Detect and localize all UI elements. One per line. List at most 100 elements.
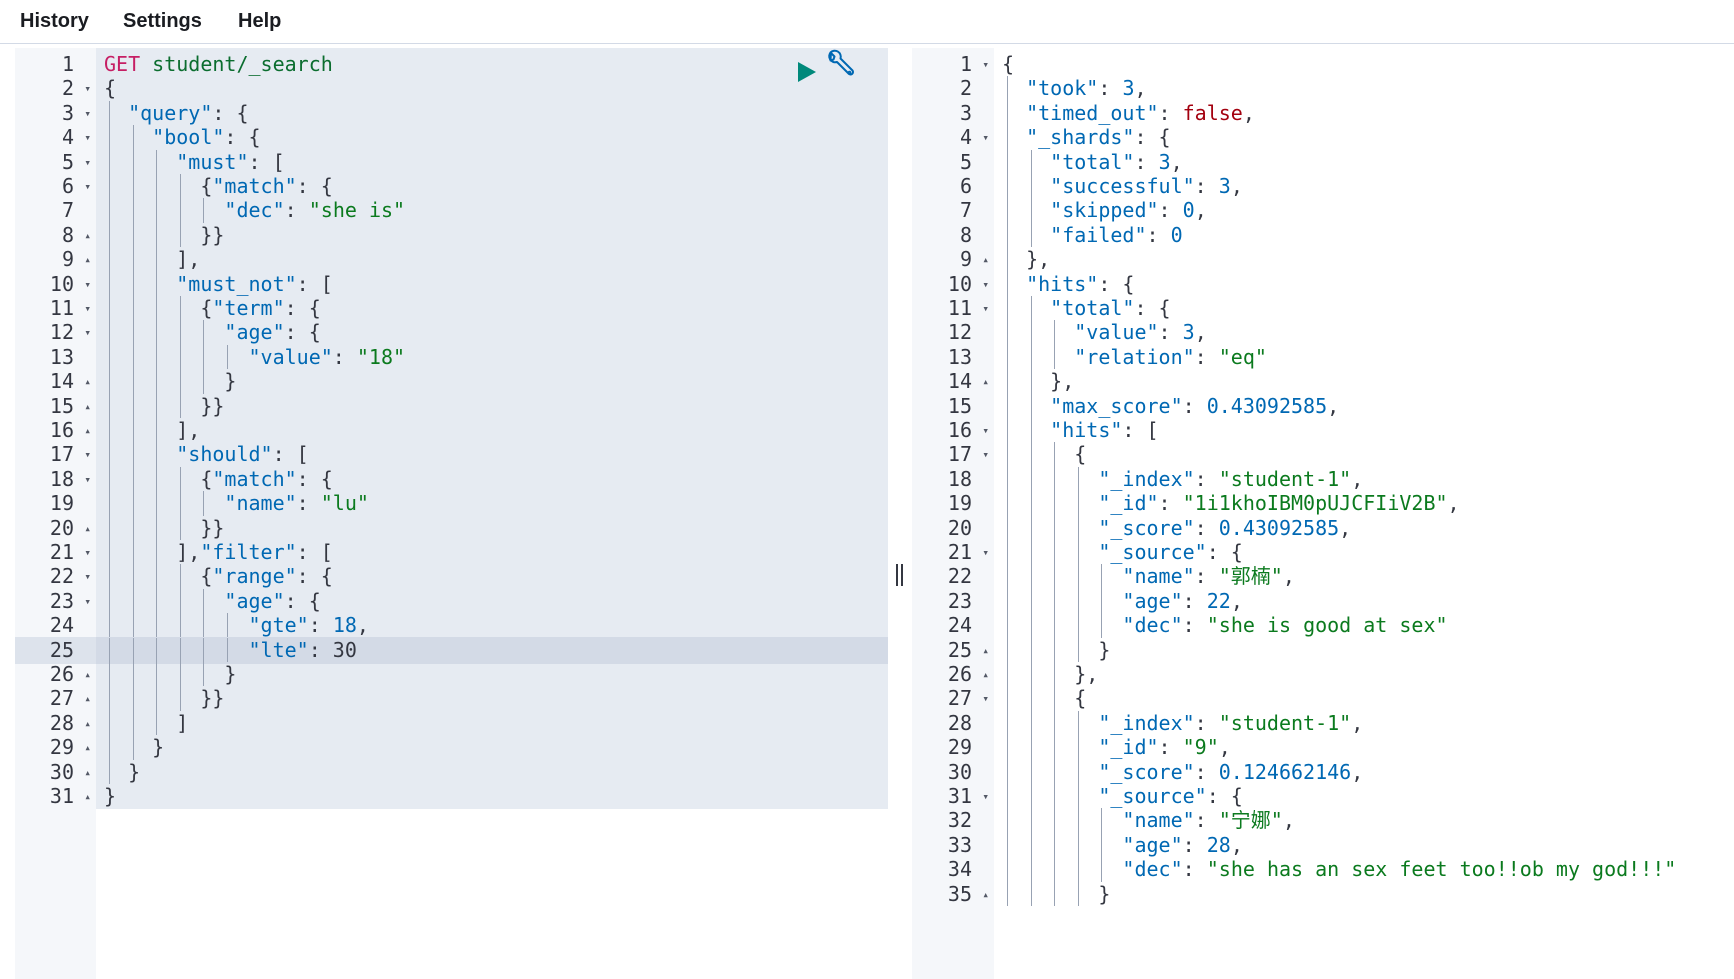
fold-expand-icon[interactable]: ▴	[84, 783, 91, 810]
fold-collapse-icon[interactable]: ▾	[982, 685, 989, 712]
code-line[interactable]: "lte": 30	[96, 636, 888, 664]
menu-history[interactable]: History	[20, 10, 89, 33]
fold-expand-icon[interactable]: ▴	[84, 417, 91, 444]
code-line[interactable]: GET student/_search	[96, 51, 888, 78]
request-code-area[interactable]: GET student/_search{ "query": { "bool": …	[96, 48, 888, 979]
play-icon[interactable]	[796, 60, 818, 84]
code-line[interactable]: "must_not": [	[96, 271, 888, 298]
fold-collapse-icon[interactable]: ▾	[982, 441, 989, 468]
code-line[interactable]: "total": 3,	[994, 149, 1734, 176]
code-line[interactable]: "_score": 0.124662146,	[994, 759, 1734, 786]
fold-collapse-icon[interactable]: ▾	[84, 173, 91, 200]
fold-collapse-icon[interactable]: ▾	[84, 100, 91, 127]
code-line[interactable]: "_id": "9",	[994, 734, 1734, 761]
menu-help[interactable]: Help	[238, 10, 281, 33]
code-line[interactable]: "dec": "she is good at sex"	[994, 612, 1734, 639]
code-line[interactable]: "failed": 0	[994, 222, 1734, 249]
code-line[interactable]: "name": "lu"	[96, 490, 888, 517]
code-line[interactable]: "_source": {	[994, 783, 1734, 810]
code-line[interactable]: }}	[96, 685, 888, 712]
fold-expand-icon[interactable]: ▴	[84, 368, 91, 395]
code-line[interactable]: "value": "18"	[96, 344, 888, 371]
code-line[interactable]: "age": {	[96, 588, 888, 615]
code-line[interactable]: {	[994, 51, 1734, 78]
fold-collapse-icon[interactable]: ▾	[84, 124, 91, 151]
fold-collapse-icon[interactable]: ▾	[982, 539, 989, 566]
code-line[interactable]: },	[994, 368, 1734, 395]
fold-expand-icon[interactable]: ▴	[84, 246, 91, 273]
fold-expand-icon[interactable]: ▴	[84, 685, 91, 712]
code-line[interactable]: "bool": {	[96, 124, 888, 151]
fold-collapse-icon[interactable]: ▾	[982, 417, 989, 444]
fold-collapse-icon[interactable]: ▾	[982, 51, 989, 78]
code-line[interactable]: "successful": 3,	[994, 173, 1734, 200]
fold-expand-icon[interactable]: ▴	[982, 637, 989, 664]
code-line[interactable]: "_shards": {	[994, 124, 1734, 151]
code-line[interactable]: "query": {	[96, 100, 888, 127]
pane-splitter[interactable]	[888, 48, 912, 979]
code-line[interactable]: "name": "郭楠",	[994, 563, 1734, 590]
code-line[interactable]: "age": 28,	[994, 832, 1734, 859]
code-line[interactable]: "skipped": 0,	[994, 197, 1734, 224]
fold-expand-icon[interactable]: ▴	[84, 734, 91, 761]
code-line[interactable]: },	[994, 661, 1734, 688]
splitter-grip-icon[interactable]	[895, 564, 905, 586]
fold-collapse-icon[interactable]: ▾	[84, 75, 91, 102]
code-line[interactable]: "total": {	[994, 295, 1734, 322]
fold-expand-icon[interactable]: ▴	[84, 393, 91, 420]
code-line[interactable]: }	[994, 881, 1734, 908]
fold-collapse-icon[interactable]: ▾	[84, 149, 91, 176]
code-line[interactable]: }	[96, 661, 888, 688]
fold-collapse-icon[interactable]: ▾	[982, 271, 989, 298]
code-line[interactable]: "hits": {	[994, 271, 1734, 298]
code-line[interactable]: }	[96, 734, 888, 761]
fold-expand-icon[interactable]: ▴	[84, 759, 91, 786]
response-code-area[interactable]: { "took": 3, "timed_out": false, "_shard…	[994, 48, 1734, 979]
wrench-icon[interactable]	[825, 48, 855, 78]
code-line[interactable]: "should": [	[96, 441, 888, 468]
code-line[interactable]: ],	[96, 417, 888, 444]
code-line[interactable]: "_source": {	[994, 539, 1734, 566]
code-line[interactable]: },	[994, 246, 1734, 273]
fold-collapse-icon[interactable]: ▾	[982, 783, 989, 810]
fold-collapse-icon[interactable]: ▾	[84, 539, 91, 566]
code-line[interactable]: {"range": {	[96, 563, 888, 590]
code-line[interactable]: "age": 22,	[994, 588, 1734, 615]
code-line[interactable]: "age": {	[96, 319, 888, 346]
fold-collapse-icon[interactable]: ▾	[84, 588, 91, 615]
code-line[interactable]: "value": 3,	[994, 319, 1734, 346]
code-line[interactable]: {	[96, 75, 888, 102]
request-editor[interactable]: 1 2 ▾ 3 ▾ 4 ▾ 5 ▾ 6 ▾ 7 8 ▴ 9 ▴ 10 ▾ 11 ▾ 12 ▾ 13 14 ▴ 15 ▴ 16 ▴ 17 ▾ 1…	[15, 48, 888, 979]
fold-expand-icon[interactable]: ▴	[84, 222, 91, 249]
code-line[interactable]: ],"filter": [	[96, 539, 888, 566]
menu-settings[interactable]: Settings	[123, 10, 202, 33]
code-line[interactable]: {	[994, 685, 1734, 712]
fold-collapse-icon[interactable]: ▾	[982, 295, 989, 322]
fold-expand-icon[interactable]: ▴	[982, 661, 989, 688]
code-line[interactable]: }}	[96, 515, 888, 542]
code-line[interactable]: "_index": "student-1",	[994, 710, 1734, 737]
fold-expand-icon[interactable]: ▴	[982, 881, 989, 908]
code-line[interactable]: }	[96, 759, 888, 786]
fold-expand-icon[interactable]: ▴	[84, 661, 91, 688]
fold-collapse-icon[interactable]: ▾	[84, 295, 91, 322]
fold-expand-icon[interactable]: ▴	[84, 710, 91, 737]
code-line[interactable]: "_id": "1i1khoIBM0pUJCFIiV2B",	[994, 490, 1734, 517]
code-line[interactable]: "timed_out": false,	[994, 100, 1734, 127]
code-line[interactable]: "dec": "she is"	[96, 197, 888, 224]
code-line[interactable]: "_score": 0.43092585,	[994, 515, 1734, 542]
code-line[interactable]: "_index": "student-1",	[994, 466, 1734, 493]
code-line[interactable]: {"term": {	[96, 295, 888, 322]
fold-collapse-icon[interactable]: ▾	[84, 466, 91, 493]
fold-collapse-icon[interactable]: ▾	[982, 124, 989, 151]
fold-collapse-icon[interactable]: ▾	[84, 319, 91, 346]
code-line[interactable]: }	[994, 637, 1734, 664]
code-line[interactable]: {	[994, 441, 1734, 468]
code-line[interactable]: ],	[96, 246, 888, 273]
code-line[interactable]: "gte": 18,	[96, 612, 888, 639]
code-line[interactable]: }	[96, 368, 888, 395]
fold-collapse-icon[interactable]: ▾	[84, 271, 91, 298]
code-line[interactable]: "name": "宁娜",	[994, 807, 1734, 834]
code-line[interactable]: "max_score": 0.43092585,	[994, 393, 1734, 420]
editor-empty-area[interactable]	[96, 809, 888, 979]
